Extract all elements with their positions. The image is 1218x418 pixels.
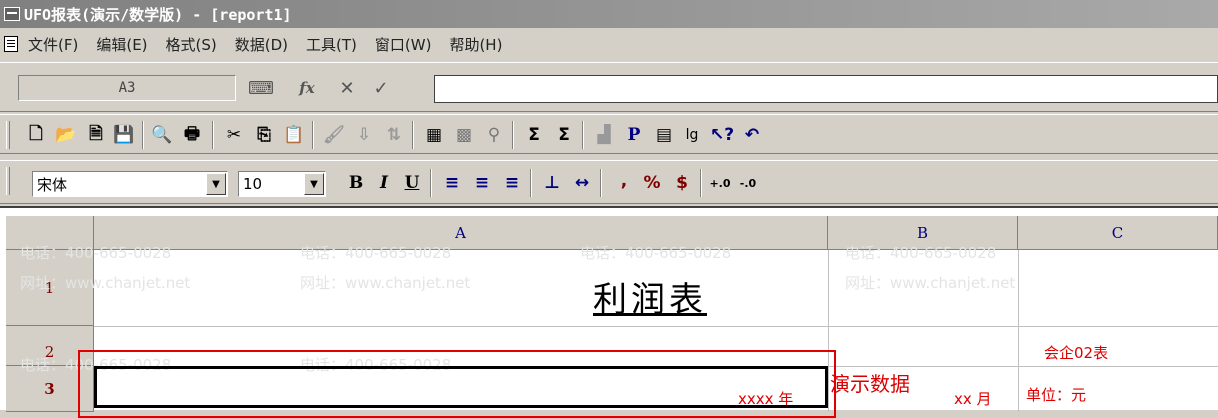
cell-name-box[interactable]: A3 (18, 75, 236, 101)
print-icon[interactable]: 🖶 (180, 123, 204, 147)
chevron-down-icon[interactable]: ▼ (206, 173, 226, 195)
column-header-a[interactable]: A (94, 216, 828, 250)
vertical-align-icon[interactable]: ⊥ (540, 171, 564, 195)
watermark-site: 网址：www.chanjet.net (300, 274, 471, 292)
percent-style-button[interactable]: % (640, 171, 664, 195)
sum-icon[interactable]: Σ (522, 123, 546, 147)
standard-toolbar: 🗋 📂 🗎 💾 🔍 🖶 ✂ ⎘ 📋 🖌 ⇩ ⇅ ▦ ▩ ⚲ Σ Σ ▟ P ▤ … (0, 114, 1218, 154)
currency-style-button[interactable]: $ (670, 171, 694, 195)
column-header-b[interactable]: B (828, 216, 1018, 250)
app-icon (4, 7, 20, 21)
toolbar-separator (700, 169, 702, 197)
calculator-icon[interactable]: ▤ (652, 123, 676, 147)
increase-decimal-button[interactable]: +.0 (708, 171, 732, 195)
toolbar-separator (412, 121, 414, 149)
row-header-1[interactable]: 1 (6, 250, 94, 326)
keyboard-icon[interactable]: ⌨ (248, 77, 274, 99)
italic-button[interactable]: I (372, 171, 396, 195)
toolbar-separator (212, 121, 214, 149)
grid-icon[interactable]: ▩ (452, 123, 476, 147)
open-folder-icon[interactable]: 📂 (54, 123, 78, 147)
cut-icon[interactable]: ✂ (222, 123, 246, 147)
demo-highlight-box (78, 350, 836, 418)
spreadsheet-area: A B C 1 2 3 电话：400-665-0028 电话：400-665-0… (0, 206, 1218, 418)
find-icon[interactable]: ⚲ (482, 123, 506, 147)
open-document-icon[interactable]: 🗎 (84, 123, 108, 147)
paste-icon[interactable]: 📋 (282, 123, 306, 147)
toolbar-separator (512, 121, 514, 149)
toolbar-grip[interactable] (6, 121, 10, 149)
select-all-corner[interactable] (6, 216, 94, 250)
month-placeholder-cell[interactable]: xx 月 (954, 388, 992, 409)
chevron-down-icon[interactable]: ▼ (304, 173, 324, 195)
print-preview-icon[interactable]: 🔍 (150, 123, 174, 147)
chart-icon[interactable]: ▟ (592, 123, 616, 147)
title-bar: UFO报表(演示/数学版) - [report1] (0, 0, 1218, 28)
toolbar-separator (430, 169, 432, 197)
font-name-value: 宋体 (37, 175, 68, 194)
confirm-icon[interactable]: ✓ (370, 77, 392, 99)
toolbar-separator (142, 121, 144, 149)
formula-input[interactable] (434, 75, 1218, 103)
comma-style-button[interactable]: , (612, 169, 636, 193)
formula-bar: A3 ⌨ fx ✕ ✓ (0, 62, 1218, 112)
undo-icon[interactable]: ↶ (740, 123, 764, 147)
grid-line (1018, 250, 1019, 412)
save-icon[interactable]: 💾 (112, 123, 136, 147)
sort-icon[interactable]: ⇅ (382, 123, 406, 147)
align-right-icon[interactable]: ≡ (500, 171, 524, 195)
fill-down-icon[interactable]: ⇩ (352, 123, 376, 147)
menu-file[interactable]: 文件(F) (28, 34, 78, 55)
format-painter-icon[interactable]: 🖌 (322, 123, 346, 147)
toolbar-grip[interactable] (6, 167, 10, 195)
toolbar-separator (582, 121, 584, 149)
unit-cell[interactable]: 单位：元 (1026, 384, 1086, 405)
column-header-c[interactable]: C (1018, 216, 1218, 250)
log-icon[interactable]: lg (680, 123, 704, 147)
help-pointer-icon[interactable]: ↖? (710, 123, 734, 147)
demo-data-label: 演示数据 (830, 372, 910, 396)
horizontal-fit-icon[interactable]: ↔ (570, 171, 594, 195)
document-icon[interactable] (4, 36, 18, 52)
format-toolbar: 宋体 ▼ 10 ▼ B I U ≡ ≡ ≡ ⊥ ↔ , % $ +.0 -.0 (0, 160, 1218, 204)
menu-data[interactable]: 数据(D) (235, 34, 288, 55)
toolbar-separator (312, 121, 314, 149)
cancel-icon[interactable]: ✕ (336, 77, 358, 99)
form-code-cell[interactable]: 会企02表 (1044, 342, 1108, 363)
font-size-select[interactable]: 10 ▼ (238, 171, 326, 197)
align-center-icon[interactable]: ≡ (470, 171, 494, 195)
bold-button[interactable]: B (344, 171, 368, 195)
menu-format[interactable]: 格式(S) (166, 34, 217, 55)
report-title[interactable]: 利润表 (560, 272, 740, 321)
decrease-decimal-button[interactable]: -.0 (736, 171, 760, 195)
menu-edit[interactable]: 编辑(E) (96, 34, 147, 55)
menu-bar: 文件(F) 编辑(E) 格式(S) 数据(D) 工具(T) 窗口(W) 帮助(H… (0, 28, 1218, 60)
copy-icon[interactable]: ⎘ (252, 123, 276, 147)
insert-table-icon[interactable]: ▦ (422, 123, 446, 147)
menu-help[interactable]: 帮助(H) (449, 34, 502, 55)
font-size-value: 10 (243, 175, 263, 193)
p-icon[interactable]: P (622, 123, 646, 147)
align-left-icon[interactable]: ≡ (440, 171, 464, 195)
menu-tools[interactable]: 工具(T) (306, 34, 357, 55)
menu-window[interactable]: 窗口(W) (375, 34, 432, 55)
grid-line (94, 326, 1218, 327)
function-fx-icon[interactable]: fx (296, 77, 318, 99)
font-name-select[interactable]: 宋体 ▼ (32, 171, 228, 197)
toolbar-separator (600, 169, 602, 197)
window-title: UFO报表(演示/数学版) - [report1] (24, 5, 292, 24)
new-file-icon[interactable]: 🗋 (24, 123, 48, 147)
watermark-site: 网址：www.chanjet.net (845, 274, 1016, 292)
sum-down-icon[interactable]: Σ (552, 123, 576, 147)
underline-button[interactable]: U (400, 171, 424, 195)
toolbar-separator (530, 169, 532, 197)
